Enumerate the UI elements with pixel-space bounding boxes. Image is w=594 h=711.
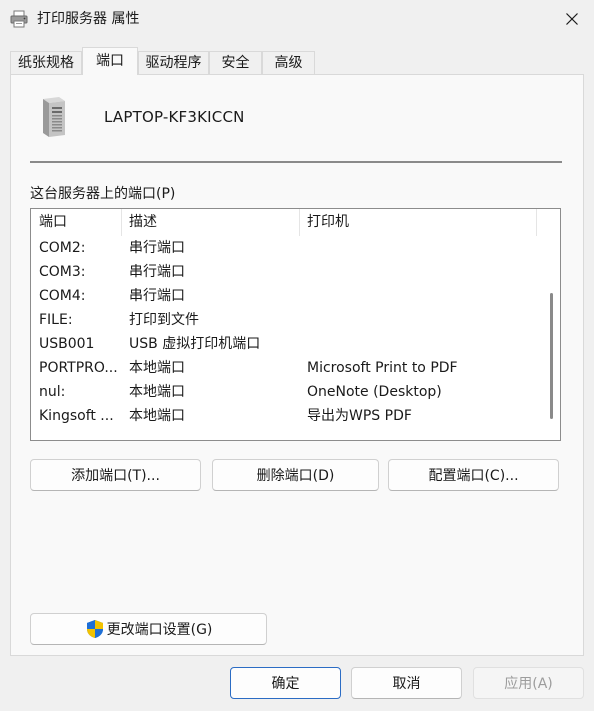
table-row[interactable]: COM2: 串行端口	[31, 236, 537, 260]
port-cell: FILE:	[39, 312, 73, 328]
scrollbar-thumb[interactable]	[550, 293, 553, 419]
port-cell: nul:	[39, 384, 66, 400]
column-header-printer[interactable]: 打印机	[299, 209, 537, 236]
description-cell: 本地端口	[129, 408, 185, 424]
ports-list-label: 这台服务器上的端口(P)	[30, 186, 176, 202]
shield-icon	[86, 620, 103, 638]
cancel-button[interactable]: 取消	[351, 667, 462, 699]
port-cell: COM2:	[39, 240, 86, 256]
description-cell: 本地端口	[129, 360, 185, 376]
description-cell: 串行端口	[129, 264, 185, 280]
description-cell: 串行端口	[129, 240, 185, 256]
change-port-settings-label: 更改端口设置(G)	[106, 622, 213, 638]
delete-port-button[interactable]: 删除端口(D)	[212, 459, 379, 491]
port-cell: USB001	[39, 336, 95, 352]
configure-port-button[interactable]: 配置端口(C)...	[388, 459, 559, 491]
tab-drivers[interactable]: 驱动程序	[138, 51, 209, 74]
ports-list[interactable]: 端口 描述 打印机 COM2: 串行端口 COM3: 串行端口 COM4: 串行…	[30, 208, 561, 441]
window-title: 打印服务器 属性	[37, 11, 140, 27]
tab-security[interactable]: 安全	[209, 51, 262, 74]
port-cell: COM4:	[39, 288, 86, 304]
add-port-button[interactable]: 添加端口(T)...	[30, 459, 201, 491]
printer-icon	[10, 10, 28, 28]
vertical-scrollbar[interactable]	[544, 209, 560, 440]
table-row[interactable]: nul: 本地端口 OneNote (Desktop)	[31, 380, 537, 404]
description-cell: 打印到文件	[129, 312, 199, 328]
column-divider[interactable]	[536, 209, 537, 236]
tab-strip: 纸张规格 端口 驱动程序 安全 高级	[10, 47, 320, 75]
list-header: 端口 描述 打印机	[31, 209, 537, 236]
print-server-properties-window: 打印服务器 属性 纸张规格 端口 驱动程序 安全 高级 LAPTOP-KF3KI…	[0, 0, 594, 711]
apply-button[interactable]: 应用(A)	[473, 667, 584, 699]
tab-advanced[interactable]: 高级	[262, 51, 315, 74]
description-cell: USB 虚拟打印机端口	[129, 336, 261, 352]
printer-cell: 导出为WPS PDF	[307, 408, 412, 424]
ports-tab-panel: LAPTOP-KF3KICCN 这台服务器上的端口(P) 端口 描述 打印机 C…	[10, 74, 584, 656]
port-cell: Kingsoft ...	[39, 408, 114, 424]
column-header-description[interactable]: 描述	[121, 209, 299, 236]
close-button[interactable]	[552, 0, 592, 38]
column-header-port[interactable]: 端口	[31, 209, 121, 236]
port-cell: PORTPRO...	[39, 360, 118, 376]
table-row[interactable]: Kingsoft ... 本地端口 导出为WPS PDF	[31, 404, 537, 428]
port-cell: COM3:	[39, 264, 86, 280]
table-row[interactable]: PORTPRO... 本地端口 Microsoft Print to PDF	[31, 356, 537, 380]
close-icon	[566, 13, 578, 25]
tab-ports[interactable]: 端口	[82, 47, 138, 75]
table-row[interactable]: COM3: 串行端口	[31, 260, 537, 284]
list-rows: COM2: 串行端口 COM3: 串行端口 COM4: 串行端口 FILE: 打…	[31, 236, 537, 428]
printer-cell: Microsoft Print to PDF	[307, 360, 458, 376]
description-cell: 本地端口	[129, 384, 185, 400]
printer-cell: OneNote (Desktop)	[307, 384, 442, 400]
change-port-settings-button[interactable]: 更改端口设置(G)	[30, 613, 267, 645]
ok-button[interactable]: 确定	[230, 667, 341, 699]
server-name: LAPTOP-KF3KICCN	[104, 108, 245, 126]
table-row[interactable]: COM4: 串行端口	[31, 284, 537, 308]
table-row[interactable]: USB001 USB 虚拟打印机端口	[31, 332, 537, 356]
server-tower-icon	[43, 97, 65, 137]
title-bar: 打印服务器 属性	[0, 0, 594, 38]
table-row[interactable]: FILE: 打印到文件	[31, 308, 537, 332]
separator-line	[30, 161, 562, 163]
tab-paper-sizes[interactable]: 纸张规格	[10, 51, 82, 74]
description-cell: 串行端口	[129, 288, 185, 304]
